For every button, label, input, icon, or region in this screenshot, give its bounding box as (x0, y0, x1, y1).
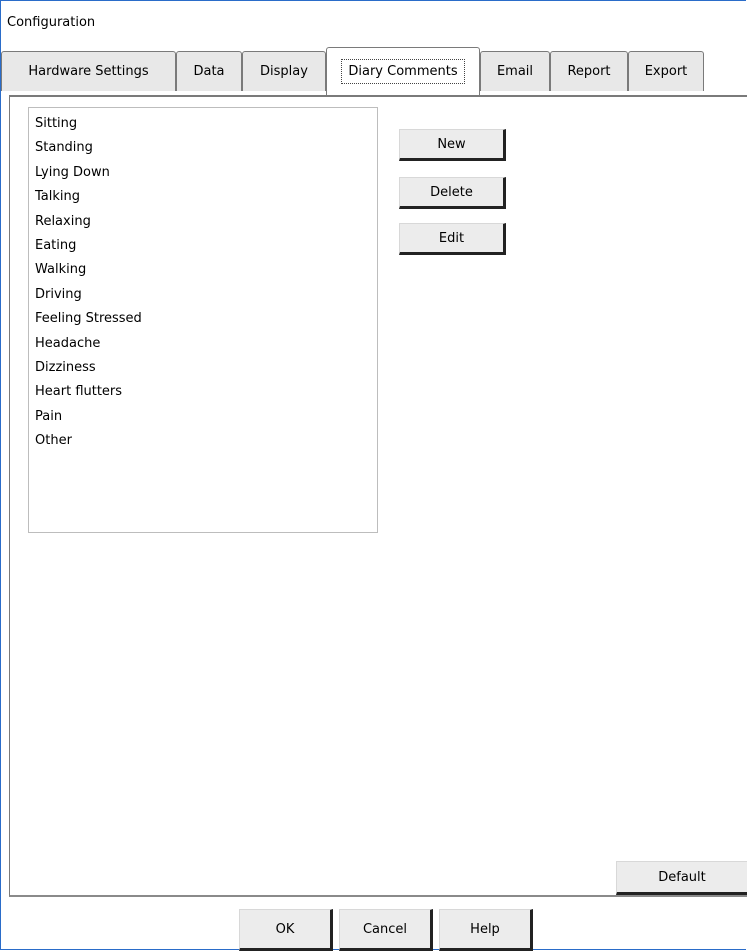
default-button[interactable]: Default (616, 861, 747, 895)
list-item[interactable]: Pain (35, 405, 371, 429)
tab-label: Report (567, 64, 611, 79)
tab-export[interactable]: Export (628, 51, 704, 91)
list-item[interactable]: Sitting (35, 112, 371, 136)
cancel-button[interactable]: Cancel (339, 909, 433, 951)
tab-data[interactable]: Data (176, 51, 242, 91)
list-item[interactable]: Eating (35, 234, 371, 258)
list-item[interactable]: Other (35, 429, 371, 453)
tab-hardware-settings[interactable]: Hardware Settings (1, 51, 176, 91)
list-item[interactable]: Walking (35, 258, 371, 282)
list-item[interactable]: Lying Down (35, 161, 371, 185)
list-item[interactable]: Headache (35, 332, 371, 356)
comments-listbox[interactable]: Sitting Standing Lying Down Talking Rela… (28, 107, 378, 533)
list-item[interactable]: Relaxing (35, 210, 371, 234)
tab-label: Hardware Settings (28, 64, 149, 79)
list-item[interactable]: Dizziness (35, 356, 371, 380)
diary-comments-panel: Sitting Standing Lying Down Talking Rela… (9, 95, 747, 897)
delete-button[interactable]: Delete (399, 177, 506, 209)
configuration-window: Configuration Hardware Settings Data Dis… (0, 0, 747, 951)
edit-button[interactable]: Edit (399, 223, 506, 255)
tab-label: Diary Comments (341, 59, 465, 84)
tab-display[interactable]: Display (242, 51, 326, 91)
tab-label: Data (193, 64, 225, 79)
window-title: Configuration (7, 15, 96, 30)
ok-button[interactable]: OK (239, 909, 333, 951)
list-item[interactable]: Talking (35, 185, 371, 209)
tab-label: Display (260, 64, 308, 79)
help-button[interactable]: Help (439, 909, 533, 951)
tab-report[interactable]: Report (550, 51, 628, 91)
new-button[interactable]: New (399, 129, 506, 161)
list-item[interactable]: Feeling Stressed (35, 307, 371, 331)
tab-label: Export (644, 64, 688, 79)
tab-diary-comments[interactable]: Diary Comments (326, 47, 480, 95)
tab-label: Email (496, 64, 534, 79)
list-item[interactable]: Standing (35, 136, 371, 160)
list-item[interactable]: Driving (35, 283, 371, 307)
list-item[interactable]: Heart flutters (35, 380, 371, 404)
tab-email[interactable]: Email (480, 51, 550, 91)
